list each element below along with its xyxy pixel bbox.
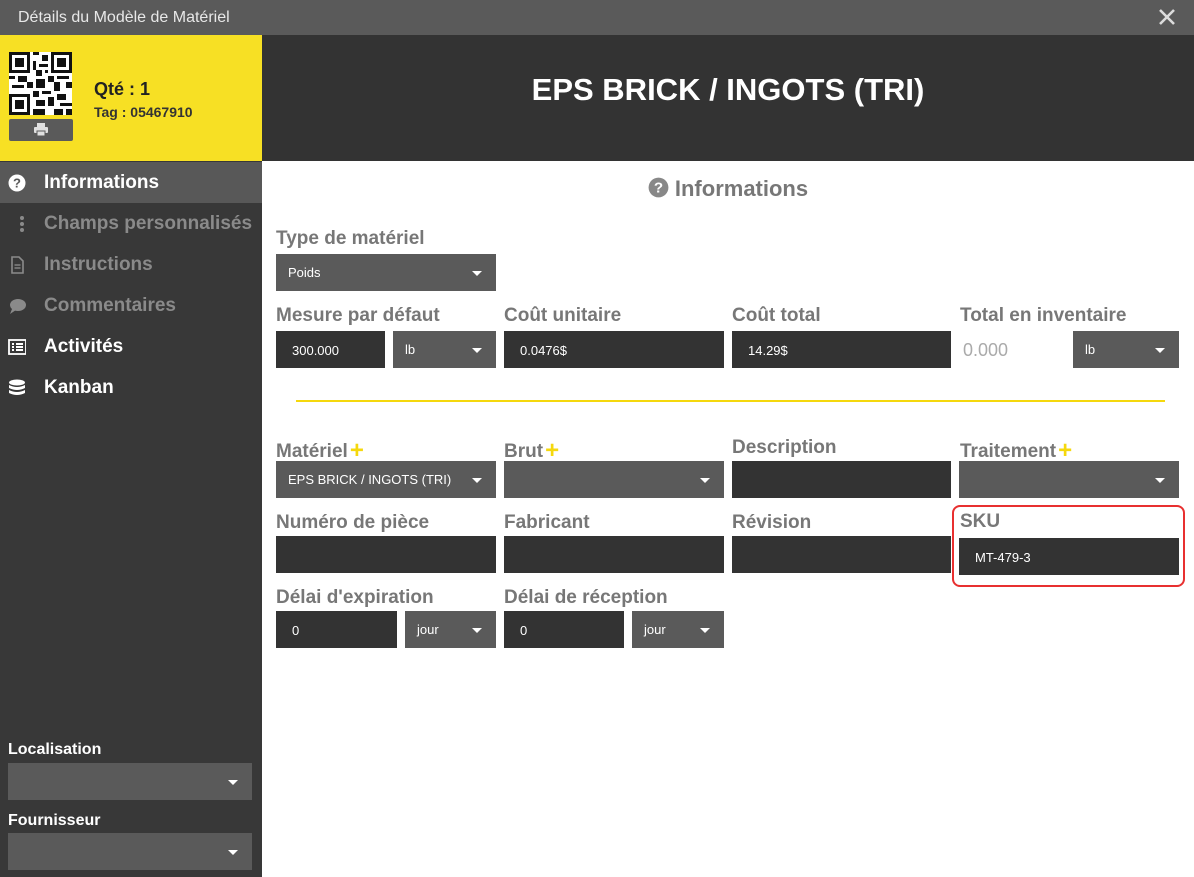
revision-input[interactable] [732, 536, 951, 573]
sidebar-item-kanban[interactable]: Kanban [0, 367, 262, 408]
total-cost-label: Coût total [732, 305, 821, 326]
sidebar-item-comments[interactable]: Commentaires [0, 285, 262, 326]
chevron-down-icon [472, 348, 482, 353]
inventory-unit-value: lb [1085, 342, 1096, 357]
list-icon [8, 339, 26, 355]
material-label-text: Matériel [276, 441, 348, 462]
chevron-down-icon [1155, 348, 1165, 353]
raw-label-text: Brut [504, 441, 544, 462]
manufacturer-label: Fabricant [504, 512, 590, 533]
question-circle-icon: ? [648, 177, 669, 198]
location-label: Localisation [8, 741, 102, 758]
svg-text:?: ? [654, 180, 663, 197]
default-measure-label: Mesure par défaut [276, 305, 440, 326]
section-title-text: Informations [674, 176, 809, 201]
chevron-down-icon [1155, 478, 1165, 483]
treatment-label-text: Traitement [960, 441, 1057, 462]
sku-label: SKU [960, 511, 1001, 532]
document-icon [11, 256, 24, 274]
printer-icon [34, 123, 48, 136]
default-measure-input[interactable]: 300.000 [276, 331, 385, 368]
reception-unit-value: jour [644, 622, 666, 637]
add-treatment-icon[interactable]: + [1058, 437, 1072, 464]
close-icon[interactable] [1154, 4, 1180, 30]
chevron-down-icon [228, 850, 238, 855]
tag-label: Tag : 05467910 [94, 104, 193, 120]
print-button[interactable] [9, 119, 73, 141]
part-number-label: Numéro de pièce [276, 512, 430, 533]
supplier-select[interactable] [8, 833, 252, 870]
sidebar-item-label: Champs personnalisés [44, 213, 253, 234]
raw-select[interactable] [504, 461, 724, 498]
location-select[interactable] [8, 763, 252, 800]
database-icon [9, 379, 25, 395]
sidebar-item-label: Kanban [44, 377, 114, 398]
sidebar: ? Informations Champs personnalisés Inst… [0, 161, 262, 877]
vertical-dots-icon [20, 216, 24, 232]
default-measure-unit-value: lb [405, 342, 416, 357]
chevron-down-icon [472, 628, 482, 633]
window-title: Détails du Modèle de Matériel [18, 9, 230, 26]
material-type-label: Type de matériel [276, 228, 425, 249]
material-value: EPS BRICK / INGOTS (TRI) [288, 472, 452, 487]
chevron-down-icon [472, 271, 482, 276]
item-card: Qté : 1 Tag : 05467910 [0, 35, 262, 161]
description-label: Description [732, 437, 837, 458]
chevron-down-icon [472, 478, 482, 483]
question-circle-icon: ? [8, 174, 26, 192]
material-type-select[interactable]: Poids [276, 254, 496, 291]
svg-text:?: ? [13, 176, 21, 191]
sidebar-item-label: Informations [44, 172, 160, 193]
add-raw-icon[interactable]: + [545, 437, 559, 464]
expiry-unit-select[interactable]: jour [405, 611, 496, 648]
default-measure-unit-select[interactable]: lb [393, 331, 496, 368]
section-divider [296, 400, 1165, 402]
manufacturer-input[interactable] [504, 536, 724, 573]
reception-delay-label: Délai de réception [504, 587, 668, 608]
material-select[interactable]: EPS BRICK / INGOTS (TRI) [276, 461, 496, 498]
sidebar-item-instructions[interactable]: Instructions [0, 244, 262, 285]
expiry-delay-label: Délai d'expiration [276, 587, 434, 608]
part-number-input[interactable] [276, 536, 496, 573]
page-title: EPS BRICK / INGOTS (TRI) [531, 72, 925, 107]
unit-cost-input[interactable]: 0.0476$ [504, 331, 724, 368]
supplier-label: Fournisseur [8, 812, 101, 829]
reception-unit-select[interactable]: jour [632, 611, 724, 648]
quantity-label: Qté : 1 [94, 79, 151, 99]
sidebar-item-informations[interactable]: ? Informations [0, 162, 262, 203]
sidebar-item-activities[interactable]: Activités [0, 326, 262, 367]
treatment-select[interactable] [959, 461, 1179, 498]
description-input[interactable] [732, 461, 951, 498]
sidebar-item-label: Activités [44, 336, 124, 357]
sidebar-item-label: Commentaires [44, 295, 176, 316]
expiry-unit-value: jour [417, 622, 439, 637]
revision-label: Révision [732, 512, 812, 533]
inventory-total-label: Total en inventaire [960, 305, 1127, 326]
add-material-icon[interactable]: + [350, 437, 364, 464]
title-bar: Détails du Modèle de Matériel [0, 0, 1194, 35]
sidebar-item-label: Instructions [44, 254, 153, 275]
unit-cost-label: Coût unitaire [504, 305, 622, 326]
chevron-down-icon [700, 628, 710, 633]
page-header: EPS BRICK / INGOTS (TRI) [262, 35, 1194, 161]
comment-icon [10, 299, 26, 314]
section-title: ? Informations [262, 176, 1194, 202]
material-type-value: Poids [288, 265, 321, 280]
reception-delay-input[interactable]: 0 [504, 611, 624, 648]
chevron-down-icon [700, 478, 710, 483]
sku-input[interactable]: MT-479-3 [959, 538, 1179, 575]
inventory-total-value: 0.000 [963, 340, 1009, 360]
inventory-unit-select[interactable]: lb [1073, 331, 1179, 368]
qr-code-icon [9, 52, 72, 115]
chevron-down-icon [228, 780, 238, 785]
expiry-delay-input[interactable]: 0 [276, 611, 397, 648]
sidebar-item-custom-fields[interactable]: Champs personnalisés [0, 203, 262, 244]
total-cost-input[interactable]: 14.29$ [732, 331, 951, 368]
